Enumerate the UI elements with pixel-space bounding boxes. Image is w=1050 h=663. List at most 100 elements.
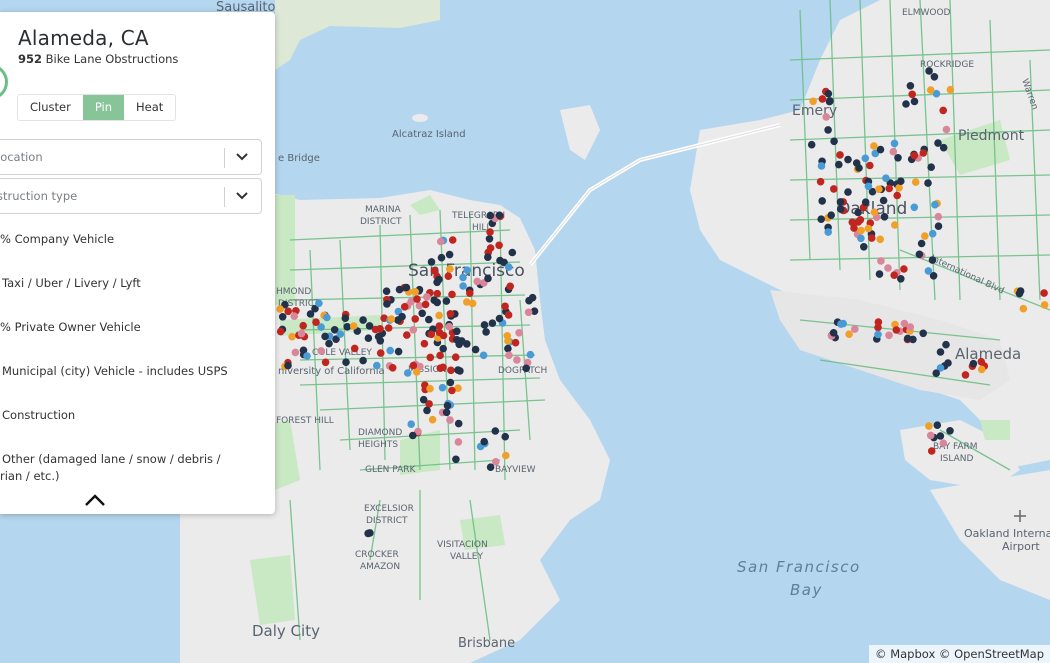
obstruction-pin[interactable] (426, 384, 434, 393)
obstruction-pin[interactable] (495, 241, 503, 250)
obstruction-pin[interactable] (423, 293, 431, 301)
obstruction-pin[interactable] (433, 298, 442, 307)
obstruction-pin[interactable] (384, 324, 393, 332)
obstruction-pin[interactable] (436, 351, 444, 360)
obstruction-pin[interactable] (341, 314, 350, 323)
obstruction-pin[interactable] (428, 415, 437, 424)
obstruction-pin[interactable] (525, 296, 533, 305)
obstruction-pin[interactable] (861, 154, 870, 163)
obstruction-pin[interactable] (278, 313, 287, 321)
obstruction-pin[interactable] (418, 309, 427, 318)
obstruction-pin[interactable] (870, 208, 879, 216)
obstruction-pin[interactable] (359, 316, 367, 324)
obstruction-pin[interactable] (491, 427, 500, 435)
obstruction-pin[interactable] (284, 361, 292, 370)
obstruction-pin[interactable] (373, 361, 381, 370)
obstruction-pin[interactable] (1040, 289, 1048, 297)
obstruction-pin[interactable] (446, 416, 454, 424)
obstruction-pin[interactable] (435, 275, 443, 284)
obstruction-pin[interactable] (934, 222, 943, 230)
obstruction-pin[interactable] (917, 239, 926, 248)
obstruction-pin[interactable] (876, 235, 884, 244)
obstruction-pin[interactable] (439, 331, 448, 340)
obstruction-pin[interactable] (480, 321, 489, 329)
obstruction-pin[interactable] (839, 319, 847, 328)
obstruction-pin[interactable] (524, 308, 533, 317)
obstruction-pin[interactable] (939, 439, 948, 448)
obstruction-pin[interactable] (436, 237, 445, 246)
obstruction-pin[interactable] (877, 257, 885, 265)
obstruction-pin[interactable] (291, 348, 300, 357)
obstruction-pin[interactable] (486, 244, 495, 252)
collapse-chevron-up-icon[interactable] (83, 492, 107, 508)
obstruction-type-select[interactable]: struction type (0, 178, 262, 214)
obstruction-pin[interactable] (454, 366, 462, 374)
obstruction-pin[interactable] (977, 365, 986, 374)
obstruction-pin[interactable] (382, 287, 391, 296)
obstruction-pin[interactable] (874, 330, 882, 339)
obstruction-pin[interactable] (502, 451, 510, 460)
obstruction-pin[interactable] (890, 271, 898, 280)
obstruction-pin[interactable] (892, 326, 901, 334)
obstruction-pin[interactable] (276, 327, 285, 336)
obstruction-pin[interactable] (299, 321, 308, 330)
obstruction-pin[interactable] (852, 159, 861, 167)
legend-municipal-vehicle[interactable]: Municipal (city) Vehicle - includes USPS (2, 362, 232, 380)
obstruction-pin[interactable] (442, 297, 451, 305)
obstruction-pin[interactable] (884, 264, 892, 272)
obstruction-pin[interactable] (522, 364, 530, 373)
obstruction-pin[interactable] (830, 185, 838, 193)
obstruction-pin[interactable] (919, 149, 928, 157)
obstruction-pin[interactable] (435, 311, 443, 320)
obstruction-pin[interactable] (284, 307, 293, 316)
heat-button[interactable]: Heat (124, 95, 175, 120)
obstruction-pin[interactable] (508, 248, 517, 257)
obstruction-pin[interactable] (452, 455, 460, 464)
obstruction-pin[interactable] (426, 353, 435, 362)
obstruction-pin[interactable] (486, 211, 495, 220)
obstruction-pin[interactable] (910, 97, 919, 106)
obstruction-pin[interactable] (303, 352, 311, 360)
obstruction-pin[interactable] (1015, 289, 1024, 298)
obstruction-pin[interactable] (466, 289, 474, 298)
obstruction-pin[interactable] (924, 267, 933, 275)
obstruction-pin[interactable] (875, 270, 884, 278)
obstruction-pin[interactable] (864, 182, 873, 191)
obstruction-pin[interactable] (495, 314, 504, 323)
obstruction-pin[interactable] (900, 319, 909, 328)
obstruction-pin[interactable] (844, 188, 852, 196)
obstruction-pin[interactable] (412, 368, 421, 376)
obstruction-pin[interactable] (818, 197, 826, 205)
obstruction-pin[interactable] (400, 303, 409, 311)
obstruction-pin[interactable] (910, 151, 919, 160)
obstruction-pin[interactable] (926, 431, 935, 440)
obstruction-pin[interactable] (409, 361, 418, 370)
obstruction-pin[interactable] (889, 147, 898, 156)
obstruction-pin[interactable] (1019, 304, 1028, 313)
obstruction-pin[interactable] (451, 353, 460, 362)
obstruction-pin[interactable] (413, 295, 421, 303)
obstruction-pin[interactable] (501, 302, 509, 311)
obstruction-pin[interactable] (946, 85, 955, 94)
obstruction-pin[interactable] (866, 161, 874, 170)
obstruction-pin[interactable] (836, 151, 844, 159)
obstruction-pin[interactable] (433, 289, 442, 298)
pin-button[interactable]: Pin (82, 95, 124, 120)
legend-other[interactable]: Other (damaged lane / snow / debris / (2, 450, 232, 468)
obstruction-pin[interactable] (459, 282, 467, 290)
obstruction-pin[interactable] (290, 312, 299, 321)
obstruction-pin[interactable] (445, 322, 454, 331)
obstruction-pin[interactable] (463, 266, 472, 275)
obstruction-pin[interactable] (486, 228, 494, 236)
obstruction-pin[interactable] (457, 337, 466, 345)
obstruction-pin[interactable] (495, 211, 504, 220)
obstruction-pin[interactable] (276, 305, 284, 313)
cluster-button[interactable]: Cluster (18, 95, 83, 120)
obstruction-pin[interactable] (442, 408, 451, 417)
obstruction-pin[interactable] (427, 330, 436, 339)
obstruction-pin[interactable] (817, 215, 825, 223)
legend-private-vehicle[interactable]: % Private Owner Vehicle (0, 318, 230, 336)
obstruction-pin[interactable] (939, 106, 947, 115)
obstruction-pin[interactable] (488, 319, 497, 328)
obstruction-pin[interactable] (910, 203, 919, 212)
